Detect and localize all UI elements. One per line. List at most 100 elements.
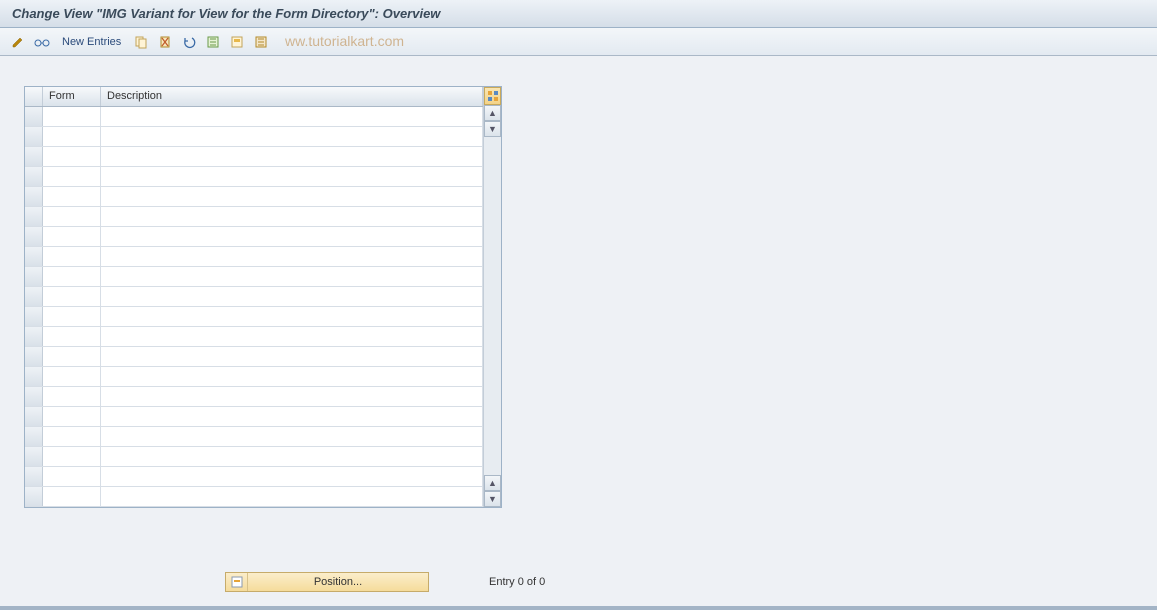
cell-form[interactable] <box>43 127 101 146</box>
cell-description[interactable] <box>101 387 483 406</box>
position-button-label: Position... <box>248 576 428 588</box>
toggle-display-change-button[interactable] <box>8 32 28 52</box>
cell-form[interactable] <box>43 267 101 286</box>
cell-form[interactable] <box>43 327 101 346</box>
data-grid: Form Description <box>25 87 483 507</box>
cell-description[interactable] <box>101 467 483 486</box>
table-row <box>25 427 483 447</box>
row-selector[interactable] <box>25 287 43 306</box>
row-selector[interactable] <box>25 487 43 506</box>
row-selector[interactable] <box>25 387 43 406</box>
table-settings-button[interactable] <box>484 87 501 105</box>
table-row <box>25 347 483 367</box>
scroll-up-button[interactable]: ▲ <box>484 105 501 121</box>
row-selector[interactable] <box>25 107 43 126</box>
cell-description[interactable] <box>101 487 483 506</box>
cell-description[interactable] <box>101 187 483 206</box>
position-button[interactable]: Position... <box>225 572 429 592</box>
table-header-row: Form Description <box>25 87 483 107</box>
table-row <box>25 267 483 287</box>
row-selector[interactable] <box>25 347 43 366</box>
cell-description[interactable] <box>101 327 483 346</box>
window-bottom-border <box>0 606 1157 610</box>
cell-description[interactable] <box>101 347 483 366</box>
cell-form[interactable] <box>43 187 101 206</box>
row-selector[interactable] <box>25 207 43 226</box>
row-selector[interactable] <box>25 247 43 266</box>
cell-description[interactable] <box>101 107 483 126</box>
glasses-detail-button[interactable] <box>32 32 52 52</box>
select-all-button[interactable] <box>203 32 223 52</box>
entry-count-text: Entry 0 of 0 <box>489 576 545 588</box>
undo-button[interactable] <box>179 32 199 52</box>
table-row <box>25 327 483 347</box>
select-block-button[interactable] <box>227 32 247 52</box>
scrollbar-track[interactable] <box>484 137 501 475</box>
cell-form[interactable] <box>43 207 101 226</box>
copy-as-button[interactable] <box>131 32 151 52</box>
cell-description[interactable] <box>101 247 483 266</box>
cell-description[interactable] <box>101 407 483 426</box>
cell-description[interactable] <box>101 307 483 326</box>
cell-description[interactable] <box>101 447 483 466</box>
table-row <box>25 447 483 467</box>
row-selector[interactable] <box>25 447 43 466</box>
cell-form[interactable] <box>43 167 101 186</box>
column-header-selector[interactable] <box>25 87 43 106</box>
cell-description[interactable] <box>101 147 483 166</box>
table-row <box>25 467 483 487</box>
row-selector[interactable] <box>25 467 43 486</box>
table-row <box>25 227 483 247</box>
scroll-down-button[interactable]: ▼ <box>484 491 501 507</box>
cell-form[interactable] <box>43 467 101 486</box>
row-selector[interactable] <box>25 327 43 346</box>
cell-form[interactable] <box>43 247 101 266</box>
cell-description[interactable] <box>101 427 483 446</box>
table-row <box>25 387 483 407</box>
scroll-up-page-button[interactable]: ▼ <box>484 121 501 137</box>
column-header-description[interactable]: Description <box>101 87 483 106</box>
table-row <box>25 107 483 127</box>
watermark-text: ww.tutorialkart.com <box>285 33 404 49</box>
delete-button[interactable] <box>155 32 175 52</box>
row-selector[interactable] <box>25 307 43 326</box>
vertical-scrollbar: ▲ ▼ ▲ ▼ <box>483 87 501 507</box>
cell-description[interactable] <box>101 367 483 386</box>
new-entries-button[interactable]: New Entries <box>56 34 127 50</box>
cell-form[interactable] <box>43 407 101 426</box>
deselect-all-button[interactable] <box>251 32 271 52</box>
column-header-form[interactable]: Form <box>43 87 101 106</box>
cell-form[interactable] <box>43 427 101 446</box>
cell-description[interactable] <box>101 207 483 226</box>
cell-form[interactable] <box>43 447 101 466</box>
cell-description[interactable] <box>101 287 483 306</box>
cell-form[interactable] <box>43 347 101 366</box>
cell-description[interactable] <box>101 227 483 246</box>
cell-form[interactable] <box>43 387 101 406</box>
table-row <box>25 167 483 187</box>
cell-description[interactable] <box>101 267 483 286</box>
row-selector[interactable] <box>25 127 43 146</box>
cell-form[interactable] <box>43 287 101 306</box>
cell-form[interactable] <box>43 487 101 506</box>
cell-form[interactable] <box>43 227 101 246</box>
title-bar: Change View "IMG Variant for View for th… <box>0 0 1157 28</box>
cell-form[interactable] <box>43 307 101 326</box>
row-selector[interactable] <box>25 147 43 166</box>
row-selector[interactable] <box>25 227 43 246</box>
table-row <box>25 487 483 507</box>
row-selector[interactable] <box>25 427 43 446</box>
table-container: Form Description ▲ ▼ ▲ ▼ <box>24 86 502 508</box>
cell-description[interactable] <box>101 127 483 146</box>
row-selector[interactable] <box>25 407 43 426</box>
row-selector[interactable] <box>25 367 43 386</box>
row-selector[interactable] <box>25 167 43 186</box>
cell-form[interactable] <box>43 107 101 126</box>
row-selector[interactable] <box>25 267 43 286</box>
row-selector[interactable] <box>25 187 43 206</box>
cell-form[interactable] <box>43 147 101 166</box>
table-row <box>25 307 483 327</box>
cell-form[interactable] <box>43 367 101 386</box>
scroll-down-page-button[interactable]: ▲ <box>484 475 501 491</box>
cell-description[interactable] <box>101 167 483 186</box>
